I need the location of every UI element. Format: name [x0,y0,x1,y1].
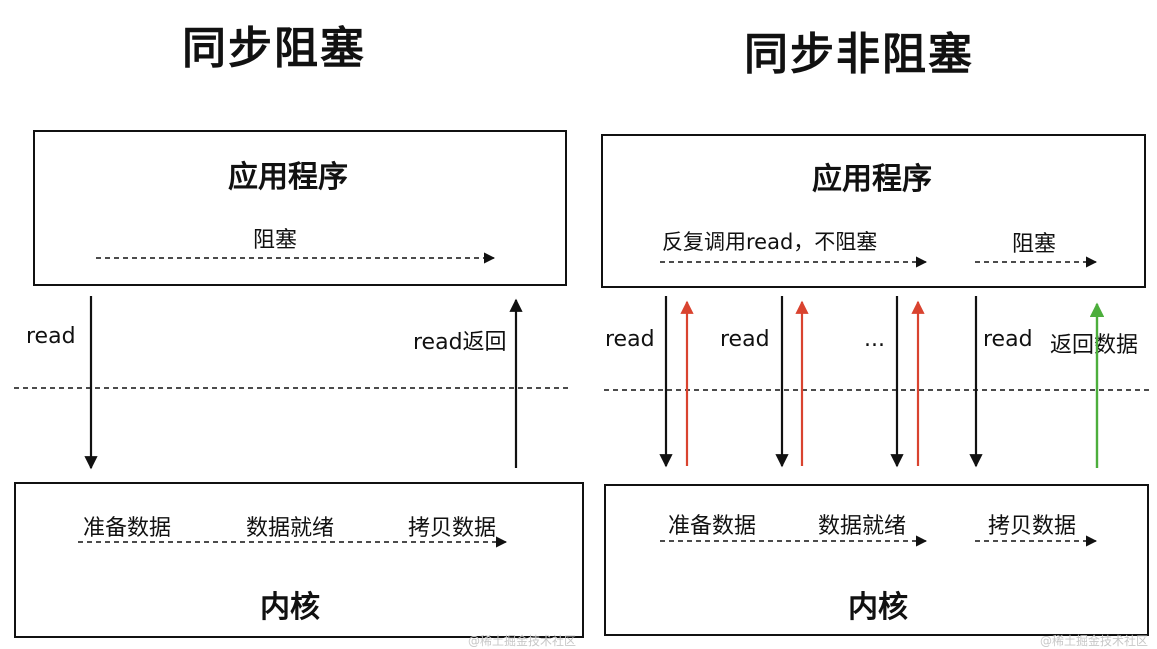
diagram-arrows-layer [14,252,1150,548]
